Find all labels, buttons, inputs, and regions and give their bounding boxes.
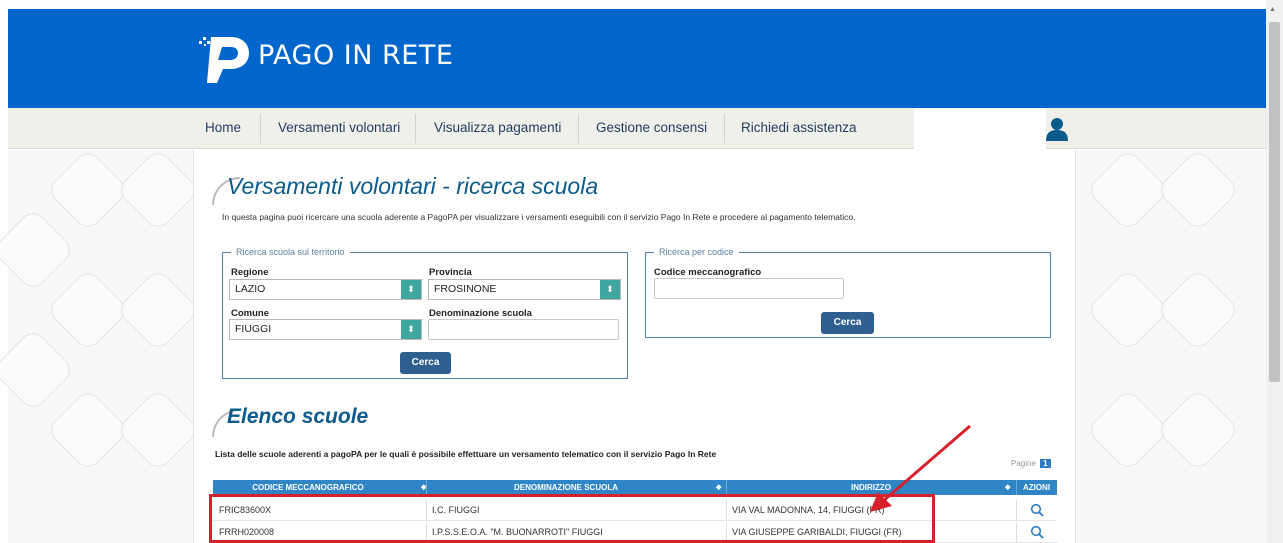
select-arrows-icon: ⬍ — [401, 280, 421, 299]
provincia-select[interactable]: FROSINONE ⬍ — [428, 279, 621, 300]
nav-versamenti-volontari[interactable]: Versamenti volontari — [278, 108, 400, 149]
nav-separator — [415, 114, 416, 143]
regione-select[interactable]: LAZIO ⬍ — [229, 279, 422, 300]
codice-input[interactable] — [654, 278, 844, 299]
territory-search-legend: Ricerca scuola sul territorio — [236, 247, 345, 257]
user-icon[interactable] — [1045, 117, 1069, 141]
logo-text: PAGO IN RETE — [258, 40, 454, 71]
denominazione-label: Denominazione scuola — [429, 308, 532, 319]
list-title: Elenco scuole — [227, 405, 369, 428]
header-codice[interactable]: CODICE MECCANOGRAFICO — [213, 480, 403, 495]
regione-label: Regione — [231, 267, 269, 278]
select-arrows-icon: ⬍ — [600, 280, 620, 299]
list-description: Lista delle scuole aderenti a pagoPA per… — [215, 449, 717, 459]
regione-value: LAZIO — [235, 283, 266, 295]
cell-divider — [1016, 500, 1017, 521]
scrollbar-thumb[interactable] — [1269, 22, 1280, 382]
decor-diamond — [1085, 267, 1171, 353]
decor-diamond — [115, 147, 201, 233]
header-denominazione[interactable]: DENOMINAZIONE SCUOLA — [426, 480, 706, 495]
comune-select[interactable]: FIUGGI ⬍ — [229, 319, 422, 340]
search-icon[interactable] — [1030, 525, 1044, 539]
decor-diamond — [45, 147, 131, 233]
pager: Pagine 1 — [1011, 459, 1051, 468]
decor-diamond — [1155, 387, 1241, 473]
user-box — [914, 108, 1046, 153]
code-search-legend: Ricerca per codice — [659, 247, 734, 257]
decor-diamond — [115, 267, 201, 353]
page-title: Versamenti volontari - ricerca scuola — [227, 173, 599, 199]
sort-icon[interactable]: ◆ — [1005, 480, 1010, 495]
select-arrows-icon: ⬍ — [401, 320, 421, 339]
decor-diamond — [1085, 387, 1171, 473]
nav-separator — [724, 114, 725, 143]
nav-gestione-consensi[interactable]: Gestione consensi — [596, 108, 707, 149]
provincia-value: FROSINONE — [434, 283, 497, 295]
decor-diamond — [1085, 147, 1171, 233]
nav-separator — [260, 114, 261, 143]
nav-richiedi-assistenza[interactable]: Richiedi assistenza — [741, 108, 857, 149]
decor-diamond — [45, 387, 131, 473]
pagopa-logo-icon — [199, 37, 249, 83]
annotation-arrow-icon — [870, 424, 971, 512]
decor-diamond — [0, 207, 76, 293]
header-banner: PAGO IN RETE — [8, 9, 1266, 108]
nav-separator — [578, 114, 579, 143]
header-azioni: AZIONI — [1022, 483, 1051, 492]
decor-diamond — [115, 387, 201, 473]
nav-home[interactable]: Home — [205, 108, 241, 149]
code-search-button[interactable]: Cerca — [821, 312, 874, 334]
decor-diamond — [0, 327, 76, 413]
nav-visualizza-pagamenti[interactable]: Visualizza pagamenti — [434, 108, 561, 149]
comune-value: FIUGGI — [235, 323, 272, 335]
scroll-up-icon[interactable]: ▲ — [1269, 6, 1276, 13]
sort-icon[interactable]: ◆ — [716, 480, 721, 495]
pager-page-1[interactable]: 1 — [1040, 459, 1051, 468]
annotation-highlight-box — [209, 494, 935, 543]
search-icon[interactable] — [1030, 503, 1044, 517]
denominazione-input[interactable] — [428, 319, 619, 340]
pager-label: Pagine — [1011, 459, 1036, 468]
intro-text: In questa pagina puoi ricercare una scuo… — [222, 212, 856, 222]
cell-divider — [1016, 522, 1017, 543]
main-navbar: Home Versamenti volontari Visualizza pag… — [8, 108, 1266, 153]
comune-label: Comune — [231, 308, 269, 319]
decor-diamond — [45, 267, 131, 353]
provincia-label: Provincia — [429, 267, 472, 278]
territory-search-button[interactable]: Cerca — [400, 352, 451, 374]
codice-label: Codice meccanografico — [654, 267, 762, 278]
decor-diamond — [1155, 147, 1241, 233]
decor-diamond — [1155, 267, 1241, 353]
top-strip — [0, 0, 1283, 9]
